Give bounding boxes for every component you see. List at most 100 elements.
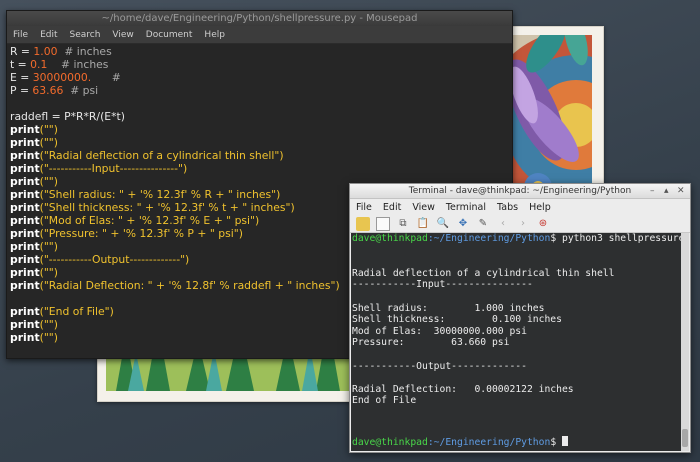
code-token: print bbox=[10, 175, 40, 188]
code-token: ("") bbox=[39, 266, 58, 279]
code-token: print bbox=[10, 305, 40, 318]
code-line: print("") bbox=[10, 331, 58, 344]
new-window-icon[interactable] bbox=[376, 216, 390, 231]
previous-tab-icon[interactable]: ‹ bbox=[496, 217, 510, 231]
code-token: # bbox=[91, 71, 121, 84]
terminal-output-line: Shell radius: 1.000 inches bbox=[352, 302, 545, 314]
code-line: print("Pressure: " + '% 12.3f' % P + " p… bbox=[10, 227, 243, 240]
code-token: ("Shell radius: " + '% 12.3f' % R + " in… bbox=[39, 188, 281, 201]
code-token: 0.1 bbox=[30, 58, 48, 71]
code-line: print("") bbox=[10, 123, 58, 136]
editor-menubar: File Edit Search View Document Help bbox=[7, 26, 512, 44]
code-token: R = bbox=[10, 45, 34, 58]
search-icon[interactable]: 🔍 bbox=[436, 217, 450, 231]
code-line: print("") bbox=[10, 136, 58, 149]
code-token: # inches bbox=[57, 45, 112, 58]
terminal-scrollbar-thumb[interactable] bbox=[682, 429, 688, 447]
terminal-menu-terminal[interactable]: Terminal bbox=[446, 202, 486, 213]
terminal-title-bar[interactable]: Terminal - dave@thinkpad: ~/Engineering/… bbox=[350, 184, 690, 199]
code-token: print bbox=[10, 201, 40, 214]
code-token: ("") bbox=[39, 318, 58, 331]
code-token: print bbox=[10, 279, 40, 292]
editor-menu-search[interactable]: Search bbox=[70, 30, 101, 40]
code-token: ("Radial Deflection: " + '% 12.8f' % rad… bbox=[39, 279, 340, 292]
new-tab-icon[interactable] bbox=[356, 216, 370, 231]
code-token: # inches bbox=[47, 58, 109, 71]
code-line: print("-----------Output-------------") bbox=[10, 253, 189, 266]
code-token: ("-----------Input---------------") bbox=[39, 162, 188, 175]
code-line: print("Radial Deflection: " + '% 12.8f' … bbox=[10, 279, 340, 292]
code-token: ("Shell thickness: " + '% 12.3f' % t + "… bbox=[39, 201, 295, 214]
code-line: E = 30000000. # bbox=[10, 71, 121, 84]
code-line: raddefl = P*R*R/(E*t) bbox=[10, 110, 125, 123]
code-line: print("") bbox=[10, 318, 58, 331]
minimize-icon[interactable]: – bbox=[650, 185, 655, 197]
code-line: print("-----------Input---------------") bbox=[10, 162, 187, 175]
close-icon[interactable]: ✕ bbox=[677, 185, 685, 197]
code-line: print("") bbox=[10, 240, 58, 253]
code-token: ("") bbox=[39, 136, 58, 149]
code-line: print("Mod of Elas: " + '% 12.3f' % E + … bbox=[10, 214, 259, 227]
preferences-icon[interactable]: ✎ bbox=[476, 217, 490, 231]
editor-menu-edit[interactable]: Edit bbox=[40, 30, 57, 40]
code-line: print("Shell thickness: " + '% 12.3f' % … bbox=[10, 201, 295, 214]
editor-menu-view[interactable]: View bbox=[112, 30, 133, 40]
terminal-command-line: dave@thinkpad:~/Engineering/Python$ pyth… bbox=[352, 233, 691, 245]
code-token: ("") bbox=[39, 123, 58, 136]
terminal-output-line: Pressure: 63.660 psi bbox=[352, 337, 510, 349]
code-token: E = bbox=[10, 71, 33, 84]
terminal-menu-file[interactable]: File bbox=[356, 202, 372, 213]
terminal-menu-view[interactable]: View bbox=[412, 202, 435, 213]
code-token: ("Mod of Elas: " + '% 12.3f' % E + " psi… bbox=[39, 214, 260, 227]
copy-icon[interactable]: ⧉ bbox=[396, 217, 410, 231]
terminal-toolbar: ⧉ 📋 🔍 ✥ ✎ ‹ › ⊛ bbox=[350, 215, 690, 233]
editor-menu-help[interactable]: Help bbox=[204, 30, 225, 40]
code-token: 63.66 bbox=[32, 84, 64, 97]
code-token: t = bbox=[10, 58, 31, 71]
terminal-output-line: -----------Input--------------- bbox=[352, 279, 533, 291]
code-token: raddefl = P*R*R/(E*t) bbox=[10, 110, 125, 123]
fullscreen-icon[interactable]: ✥ bbox=[456, 217, 470, 231]
terminal-screen[interactable]: dave@thinkpad:~/Engineering/Python$ pyth… bbox=[351, 233, 690, 451]
terminal-window[interactable]: Terminal - dave@thinkpad: ~/Engineering/… bbox=[349, 183, 691, 453]
editor-menu-document[interactable]: Document bbox=[146, 30, 193, 40]
code-line: print("Shell radius: " + '% 12.3f' % R +… bbox=[10, 188, 280, 201]
code-token: 30000000. bbox=[32, 71, 92, 84]
code-token: P = bbox=[10, 84, 33, 97]
terminal-output-line: Radial deflection of a cylindrical thin … bbox=[352, 267, 615, 279]
code-line: print("Radial deflection of a cylindrica… bbox=[10, 149, 284, 162]
code-token: print bbox=[10, 188, 40, 201]
editor-menu-file[interactable]: File bbox=[13, 30, 28, 40]
terminal-output-line: Radial Deflection: 0.00002122 inches bbox=[352, 383, 574, 395]
terminal-cursor bbox=[562, 436, 568, 446]
code-token: ("") bbox=[39, 240, 58, 253]
terminal-output-line: Shell thickness: 0.100 inches bbox=[352, 314, 562, 326]
paste-icon[interactable]: 📋 bbox=[416, 217, 430, 231]
code-token: # psi bbox=[63, 84, 99, 97]
prompt-path: :~/Engineering/Python bbox=[427, 233, 551, 244]
terminal-menu-tabs[interactable]: Tabs bbox=[497, 202, 518, 213]
terminal-output-line: End of File bbox=[352, 395, 417, 407]
next-tab-icon[interactable]: › bbox=[516, 217, 530, 231]
code-line: R = 1.00 # inches bbox=[10, 45, 112, 58]
code-token: print bbox=[10, 162, 40, 175]
code-token: ("") bbox=[39, 331, 58, 344]
editor-title-bar[interactable]: ~/home/dave/Engineering/Python/shellpres… bbox=[7, 11, 512, 26]
terminal-scrollbar[interactable] bbox=[681, 233, 689, 451]
prompt-user: dave@thinkpad bbox=[352, 437, 428, 448]
terminal-menu-edit[interactable]: Edit bbox=[383, 202, 401, 213]
help-icon[interactable]: ⊛ bbox=[536, 217, 550, 231]
code-token: print bbox=[10, 149, 40, 162]
code-line: P = 63.66 # psi bbox=[10, 84, 98, 97]
terminal-output-line: -----------Output------------- bbox=[352, 360, 527, 372]
terminal-menubar: File Edit View Terminal Tabs Help bbox=[350, 199, 690, 215]
code-token: ("Radial deflection of a cylindrical thi… bbox=[39, 149, 284, 162]
maximize-icon[interactable]: ▴ bbox=[664, 185, 669, 197]
terminal-command: python3 shellpressure.py bbox=[556, 233, 691, 244]
prompt-path: :~/Engineering/Python bbox=[427, 437, 551, 448]
code-token: print bbox=[10, 253, 40, 266]
code-token: print bbox=[10, 123, 40, 136]
terminal-menu-help[interactable]: Help bbox=[529, 202, 551, 213]
code-token: print bbox=[10, 240, 40, 253]
code-token: ("") bbox=[39, 175, 58, 188]
